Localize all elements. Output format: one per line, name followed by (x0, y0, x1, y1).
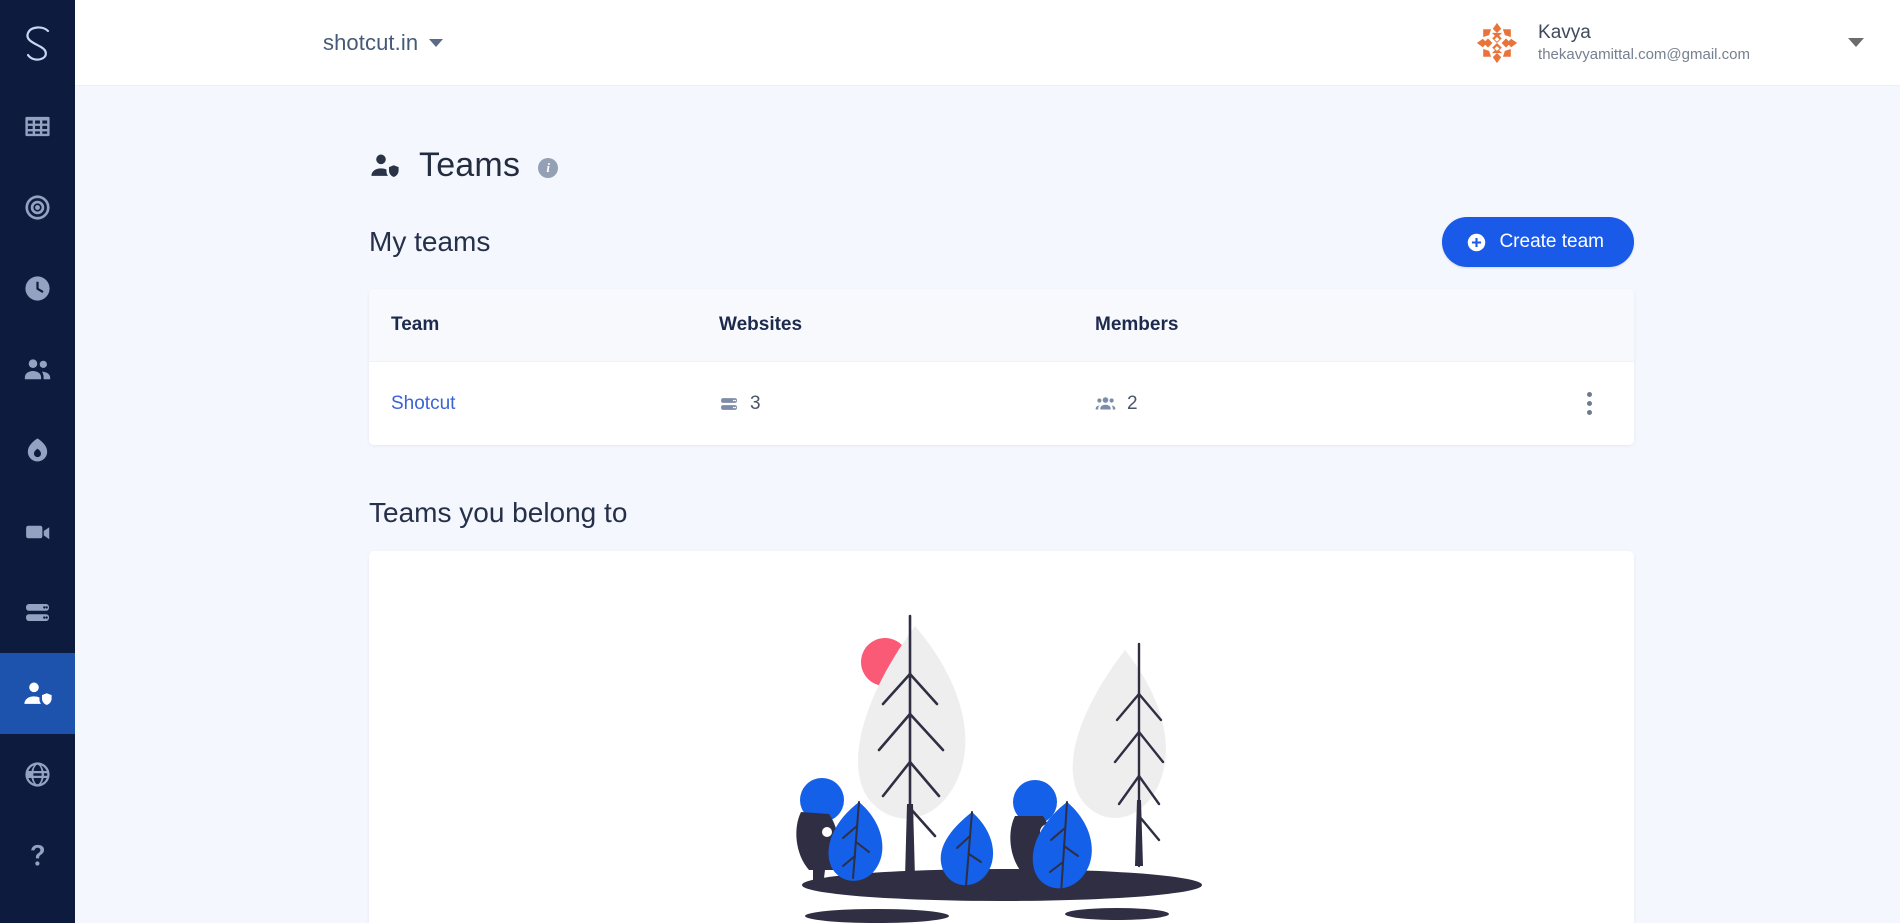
my-teams-header: My teams Create team (369, 217, 1634, 267)
people-planting-trees-illustration (767, 569, 1237, 923)
flame-icon (23, 436, 52, 465)
user-name: Kavya (1538, 21, 1591, 43)
kebab-dot (1586, 392, 1592, 397)
site-selector[interactable]: shotcut.in (323, 29, 444, 56)
page-header: Teams i (369, 86, 1634, 185)
users-icon (1095, 393, 1116, 414)
team-name-link[interactable]: Shotcut (391, 393, 455, 414)
column-header-team: Team (391, 314, 440, 335)
sidebar-item-goals[interactable] (0, 167, 75, 248)
cell-members: 2 (1095, 393, 1544, 415)
avatar (1474, 20, 1520, 66)
sidebar-item-visitors[interactable] (0, 329, 75, 410)
sidebar-item-realtime[interactable] (0, 248, 75, 329)
server-icon (23, 598, 52, 627)
video-icon (23, 517, 53, 547)
page-title: Teams (419, 146, 521, 184)
members-count: 2 (1127, 392, 1138, 414)
sidebar (0, 0, 75, 923)
user-email: thekavyamittal.com@gmail.com (1538, 45, 1750, 63)
cell-actions (1544, 384, 1634, 423)
kebab-dot (1586, 410, 1592, 415)
column-header-members: Members (1095, 314, 1179, 335)
sidebar-item-recordings[interactable] (0, 491, 75, 572)
server-icon (719, 394, 739, 414)
sidebar-item-websites[interactable] (0, 572, 75, 653)
page-content: Teams i My teams Create team Team Websit… (75, 86, 1900, 923)
cell-websites: 3 (719, 393, 1095, 415)
app-logo[interactable] (0, 0, 75, 86)
kebab-dot (1586, 401, 1592, 406)
question-icon (23, 841, 52, 870)
chevron-down-icon[interactable] (1848, 38, 1864, 47)
grid-icon (23, 112, 52, 141)
user-menu[interactable]: Kavya thekavyamittal.com@gmail.com (1474, 20, 1864, 66)
belong-to-card (369, 551, 1634, 923)
clock-icon (23, 274, 52, 303)
table-row: Shotcut 3 2 (369, 362, 1634, 445)
column-header-websites: Websites (719, 314, 803, 335)
create-team-label: Create team (1499, 231, 1604, 252)
info-icon[interactable]: i (538, 157, 559, 178)
sidebar-item-domains[interactable] (0, 734, 75, 815)
teams-table: Team Websites Members Shotcut 3 2 (369, 289, 1634, 445)
plus-circle-icon (1466, 232, 1487, 253)
user-shield-icon (369, 150, 401, 182)
site-name: shotcut.in (323, 29, 419, 55)
main-area: shotcut.in Kavya thekavyamittal.com@gmai… (75, 0, 1900, 923)
target-icon (23, 193, 52, 222)
globe-icon (23, 760, 52, 789)
cell-team: Shotcut (369, 393, 719, 415)
belong-to-title: Teams you belong to (369, 497, 628, 528)
table-header-row: Team Websites Members (369, 289, 1634, 362)
user-meta: Kavya thekavyamittal.com@gmail.com (1538, 22, 1750, 63)
chevron-down-icon (429, 38, 444, 47)
create-team-button[interactable]: Create team (1442, 217, 1634, 267)
kebab-menu-icon[interactable] (1579, 384, 1600, 423)
people-icon (22, 354, 53, 385)
sidebar-item-heatmaps[interactable] (0, 410, 75, 491)
top-bar: shotcut.in Kavya thekavyamittal.com@gmai… (75, 0, 1900, 86)
user-shield-icon (22, 678, 54, 710)
sidebar-item-teams[interactable] (0, 653, 75, 734)
my-teams-title: My teams (369, 226, 491, 257)
sidebar-item-help[interactable] (0, 815, 75, 896)
app-root: shotcut.in Kavya thekavyamittal.com@gmai… (0, 0, 1900, 923)
websites-count: 3 (750, 392, 761, 414)
sidebar-item-dashboard[interactable] (0, 86, 75, 167)
